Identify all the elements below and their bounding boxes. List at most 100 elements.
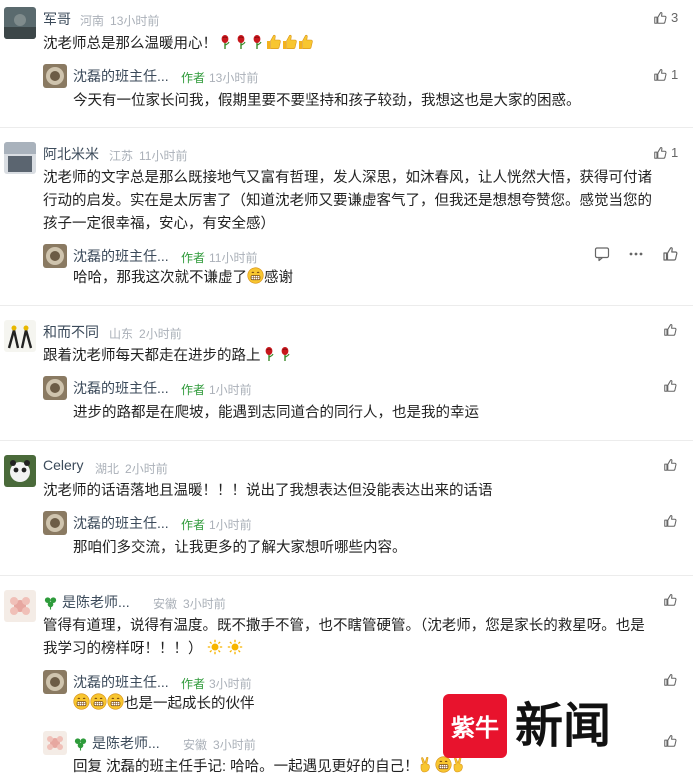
timestamp: 1小时前: [209, 518, 252, 532]
avatar[interactable]: [4, 7, 36, 39]
commenter-name[interactable]: 是陈老师...: [73, 733, 160, 753]
commenter-name[interactable]: 军哥: [43, 9, 71, 29]
reply-actions: [594, 246, 678, 262]
author-tag: 作者: [181, 251, 206, 265]
comment-text: 管得有道理，说得有温度。既不撒手不管，也不瞎管硬管。（沈老师，您是家长的救星呀。…: [43, 618, 645, 657]
timestamp: 1小时前: [209, 383, 252, 397]
divider: [0, 305, 693, 306]
commenter-name[interactable]: Celery: [43, 457, 83, 473]
brand-watermark: 紫牛 新闻: [443, 690, 643, 762]
avatar[interactable]: [4, 590, 36, 622]
reply-text: 进步的路都是在爬坡，能遇到志同道合的同行人，也是我的幸运: [73, 405, 479, 421]
like-button[interactable]: [663, 673, 677, 687]
commenter-name[interactable]: 是陈老师...: [43, 592, 130, 612]
author-tag: 作者: [181, 677, 206, 691]
location: 河南: [80, 14, 105, 28]
author-avatar[interactable]: [43, 244, 67, 268]
rose-emoji: [261, 346, 277, 362]
comment-text: 跟着沈老师每天都走在进步的路上: [43, 345, 293, 368]
location: 山东: [109, 327, 134, 341]
thumb-up-icon[interactable]: [662, 246, 678, 262]
avatar[interactable]: [43, 731, 67, 755]
rose-emoji: [249, 34, 265, 50]
like-count: 1: [671, 67, 679, 82]
location: 安徽: [183, 738, 208, 752]
grin-emoji: [247, 267, 264, 284]
comment-icon[interactable]: [594, 246, 610, 262]
brand-mark: 紫牛: [451, 714, 499, 742]
timestamp: 3小时前: [209, 677, 252, 691]
thumb-up-icon: [653, 146, 667, 160]
comment-meta: 河南 13小时前: [80, 12, 159, 29]
author-name[interactable]: 沈磊的班主任...: [73, 672, 169, 692]
thumb-up-icon: [663, 379, 677, 393]
thumb-up-icon: [663, 323, 677, 337]
brand-label: 新闻: [515, 698, 611, 754]
thumbs-up-emoji: [297, 34, 313, 50]
comment-meta: 安徽 3小时前: [183, 736, 256, 753]
avatar[interactable]: [4, 320, 36, 352]
like-button[interactable]: 3: [653, 10, 678, 25]
author-avatar[interactable]: [43, 64, 67, 88]
divider: [0, 127, 693, 128]
reply-text: 今天有一位家长问我，假期里要不要坚持和孩子较劲，我想这也是大家的困惑。: [73, 93, 581, 109]
avatar[interactable]: [4, 455, 36, 487]
timestamp: 11小时前: [209, 251, 258, 265]
like-button[interactable]: 1: [653, 67, 678, 82]
clover-icon: [73, 736, 88, 751]
like-button[interactable]: [663, 734, 677, 748]
timestamp: 2小时前: [139, 327, 182, 341]
author-avatar[interactable]: [43, 376, 67, 400]
thumb-up-icon: [663, 458, 677, 472]
grin-emoji: [90, 693, 107, 710]
victory-emoji: [419, 757, 435, 773]
author-name[interactable]: 沈磊的班主任...: [73, 513, 169, 533]
thumb-up-icon: [663, 514, 677, 528]
like-button[interactable]: [663, 458, 677, 472]
thumbs-up-emoji: [281, 34, 297, 50]
timestamp: 3小时前: [213, 738, 256, 752]
thumb-up-icon: [663, 673, 677, 687]
timestamp: 13小时前: [209, 71, 259, 85]
timestamp: 3小时前: [183, 597, 226, 611]
grin-emoji: [73, 693, 90, 710]
author-name[interactable]: 沈磊的班主任...: [73, 378, 169, 398]
author-name[interactable]: 沈磊的班主任...: [73, 66, 169, 86]
author-tag: 作者: [181, 383, 206, 397]
divider: [0, 575, 693, 576]
timestamp: 2小时前: [125, 462, 168, 476]
location: 江苏: [109, 149, 134, 163]
like-button[interactable]: [663, 514, 677, 528]
like-count: 1: [671, 145, 679, 160]
thumb-up-icon: [653, 11, 667, 25]
like-button[interactable]: [663, 593, 677, 607]
rose-emoji: [233, 34, 249, 50]
like-button[interactable]: 1: [653, 145, 678, 160]
more-icon[interactable]: [628, 246, 644, 262]
rose-emoji: [217, 34, 233, 50]
commenter-name[interactable]: 阿北米米: [43, 144, 99, 164]
like-count: 3: [671, 10, 679, 25]
commenter-name[interactable]: 和而不同: [43, 322, 99, 342]
author-avatar[interactable]: [43, 670, 67, 694]
brand-logo: 紫牛 新闻: [443, 694, 611, 758]
comment-text: 沈老师的话语落地且温暖！！！说出了我想表达但没能表达出来的话语: [43, 483, 493, 499]
author-avatar[interactable]: [43, 511, 67, 535]
clover-icon: [43, 595, 58, 610]
timestamp: 11小时前: [139, 149, 188, 163]
author-tag: 作者: [181, 71, 206, 85]
rose-emoji: [277, 346, 293, 362]
avatar[interactable]: [4, 142, 36, 174]
like-button[interactable]: [663, 379, 677, 393]
reply-text: 哈哈，那我这次就不谦虚了 感谢: [73, 267, 293, 290]
grin-emoji: [107, 693, 124, 710]
timestamp: 13小时前: [110, 14, 160, 28]
author-name[interactable]: 沈磊的班主任...: [73, 246, 169, 266]
author-tag: 作者: [181, 518, 206, 532]
comment-text: 沈老师的文字总是那么既接地气又富有哲理，发人深思，如沐春风，让人恍然大悟，获得可…: [43, 170, 652, 232]
like-button[interactable]: [663, 323, 677, 337]
reply-text: 那咱们多交流，让我更多的了解大家想听哪些内容。: [73, 540, 407, 556]
thumb-up-icon: [653, 68, 667, 82]
comment-text: 沈老师总是那么温暖用心！: [43, 33, 313, 56]
comment-meta: 江苏 11小时前: [109, 147, 187, 164]
